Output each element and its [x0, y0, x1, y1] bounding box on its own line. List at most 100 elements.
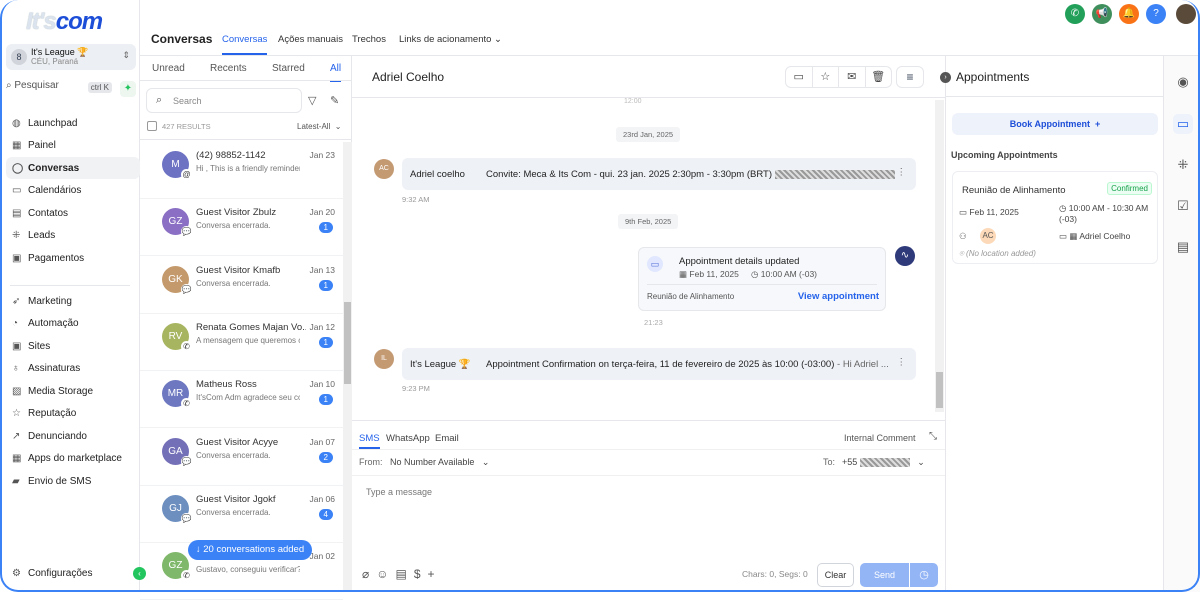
emoji-icon[interactable]: ☺ — [376, 567, 395, 581]
contact-icon[interactable]: ◉ — [1173, 72, 1193, 92]
sidebar-item-launchpad[interactable]: ◍ Launchpad — [6, 112, 140, 134]
sidebar-item-calendários[interactable]: ▭ Calendários — [6, 180, 140, 202]
list-scrollbar[interactable] — [343, 142, 352, 592]
message-time: 21:23 — [644, 318, 663, 327]
tab-starred[interactable]: Starred — [272, 63, 305, 74]
more-options-icon[interactable]: ⋮ — [897, 167, 907, 178]
tab-email[interactable]: Email — [435, 433, 459, 444]
message-input[interactable]: Type a message — [360, 481, 940, 555]
task-icon[interactable]: ☑ — [1173, 196, 1193, 216]
sidebar-item[interactable]: ▦ Apps do marketplace — [6, 448, 140, 470]
list-item[interactable]: GA 💬 Guest Visitor Acyye Conversa encerr… — [140, 429, 343, 486]
sidebar-item-label: Pagamentos — [28, 252, 85, 264]
divider — [140, 139, 352, 140]
bell-icon[interactable]: 🔔 — [1119, 4, 1139, 24]
send-button[interactable]: Send — [860, 563, 909, 587]
message-date: Jan 23 — [309, 150, 335, 160]
sort-select[interactable]: Latest-All ⌄ — [297, 122, 342, 131]
nav-icon: ▭ — [12, 185, 22, 196]
book-appointment-button[interactable]: Book Appointment + — [952, 113, 1158, 135]
tab-acoes-manuais[interactable]: Ações manuais — [278, 34, 343, 45]
star-icon[interactable]: ☆ — [813, 67, 839, 87]
contact-name: Guest Visitor Zbulz — [196, 207, 277, 219]
sidebar-item-pagamentos[interactable]: ▣ Pagamentos — [6, 247, 140, 269]
tab-sms[interactable]: SMS — [359, 433, 380, 449]
clear-button[interactable]: Clear — [817, 563, 854, 587]
scrollbar-thumb[interactable] — [936, 372, 943, 408]
conversation-search-input[interactable]: ⌕ Search — [146, 88, 302, 113]
list-item[interactable]: GK 💬 Guest Visitor Kmafb Conversa encerr… — [140, 257, 343, 314]
sidebar-item-leads[interactable]: ⁜ Leads — [6, 225, 140, 247]
sidebar-item-configuracoes[interactable]: ⚙ Configurações — [6, 562, 140, 584]
chat-scrollbar[interactable] — [935, 100, 944, 412]
sidebar-item[interactable]: ◔ Automação — [6, 313, 140, 335]
sidebar-item[interactable]: ▣ Sites — [6, 335, 140, 357]
help-icon[interactable]: ? — [1146, 4, 1166, 24]
tab-unread[interactable]: Unread — [152, 63, 185, 74]
filter-icon[interactable]: ▽ — [308, 94, 316, 107]
collapse-panel-icon[interactable]: › — [940, 72, 951, 83]
sidebar-item[interactable]: ↗ Denunciando — [6, 425, 140, 447]
tab-links-de-acionamento[interactable]: Links de acionamento ⌄ — [399, 34, 502, 45]
sidebar-item[interactable]: ☆ Reputação — [6, 403, 140, 425]
scrollbar-thumb[interactable] — [344, 302, 351, 384]
sidebar-item-label: Leads — [28, 230, 56, 241]
appointment-date: ▭ Feb 11, 2025 — [959, 207, 1019, 217]
spark-icon[interactable]: ✦ — [120, 81, 136, 97]
appointment-time: ◷ 10:00 AM (-03) — [751, 269, 818, 279]
notes-icon[interactable]: ▤ — [1173, 237, 1193, 257]
template-icon[interactable]: ▤ — [396, 567, 414, 581]
avatar: IL — [374, 349, 394, 369]
list-item[interactable]: RV ✆ Renata Gomes Majan Vo... A mensagem… — [140, 314, 343, 371]
collapse-icon[interactable]: ⤡ — [929, 431, 937, 442]
tab-conversas[interactable]: Conversas — [222, 34, 268, 55]
sidebar-item[interactable]: ▨ Media Storage — [6, 380, 140, 402]
trash-icon[interactable]: 🗑 — [866, 67, 892, 87]
sidebar-item[interactable]: ➶ Marketing — [6, 290, 140, 312]
message-composer: SMS WhatsApp Email Internal Comment ⤡ Fr… — [352, 420, 945, 592]
schedule-icon[interactable]: ◷ — [910, 563, 938, 587]
conversations-added-toast[interactable]: ↓ 20 conversations added — [188, 540, 312, 560]
to-select[interactable]: +55 ⌄ — [842, 457, 925, 468]
more-options-icon[interactable]: ⋮ — [897, 357, 907, 368]
select-all-checkbox[interactable] — [147, 121, 157, 131]
sidebar-item-conversas[interactable]: ◯ Conversas — [6, 157, 140, 179]
filter-lines-icon[interactable]: ≡ — [896, 66, 924, 88]
to-label: To: — [823, 457, 836, 467]
from-select[interactable]: No Number Available ⌄ — [390, 457, 489, 468]
list-item[interactable]: GZ 💬 Guest Visitor Zbulz Conversa encerr… — [140, 199, 343, 257]
megaphone-icon[interactable]: 📢 — [1092, 4, 1112, 24]
compose-icon[interactable]: ✎ — [330, 94, 339, 107]
quick-search[interactable]: ⌕ Pesquisar ctrl K — [6, 80, 116, 98]
calendar-icon[interactable]: ▭ — [1173, 114, 1193, 134]
sidebar-item[interactable]: ▰ Envio de SMS — [6, 470, 140, 492]
sidebar-item[interactable]: ♁ Assinaturas — [6, 358, 140, 380]
upcoming-heading: Upcoming Appointments — [951, 150, 1058, 160]
email-message[interactable]: It's League 🏆 Appointment Confirmation o… — [402, 348, 916, 380]
appointment-card[interactable]: Reunião de Alinhamento Confirmed ▭ Feb 1… — [952, 171, 1158, 264]
tab-trechos[interactable]: Trechos — [352, 34, 386, 45]
sidebar-item-painel[interactable]: ▦ Painel — [6, 135, 140, 157]
folder-icon[interactable]: ▭ — [786, 67, 813, 87]
appointment-name: Reunião de Alinhamento — [647, 292, 735, 301]
sidebar-item-label: Painel — [28, 140, 56, 151]
tab-recents[interactable]: Recents — [210, 63, 247, 74]
account-switcher[interactable]: 8 It's League 🏆 CÉU, Paraná ⇕ — [6, 44, 136, 70]
sidebar-item-contatos[interactable]: ▤ Contatos — [6, 202, 140, 224]
pipeline-icon[interactable]: ⁜ — [1173, 155, 1193, 175]
payment-icon[interactable]: $ — [414, 567, 428, 581]
email-message[interactable]: Adriel coelho Convite: Meca & Its Com - … — [402, 158, 916, 190]
list-item[interactable]: M @ (42) 98852-1142 Hi , This is a frien… — [140, 142, 343, 199]
sidebar: It'scom 8 It's League 🏆 CÉU, Paraná ⇕ ⌕ … — [0, 0, 146, 592]
internal-comment-toggle[interactable]: Internal Comment — [844, 433, 916, 443]
list-item[interactable]: GJ 💬 Guest Visitor Jgokf Conversa encerr… — [140, 486, 343, 543]
view-appointment-link[interactable]: View appointment — [798, 291, 879, 302]
attachment-icon[interactable]: ⌀ — [362, 567, 376, 581]
user-avatar[interactable] — [1176, 4, 1196, 24]
tab-whatsapp[interactable]: WhatsApp — [386, 433, 430, 444]
mail-icon[interactable]: ✉ — [839, 67, 866, 87]
plus-icon[interactable]: + — [428, 567, 442, 581]
phone-icon[interactable]: ✆ — [1065, 4, 1085, 24]
list-item[interactable]: MR ✆ Matheus Ross It'sCom Adm agradece s… — [140, 371, 343, 429]
unread-badge: 1 — [318, 279, 333, 291]
